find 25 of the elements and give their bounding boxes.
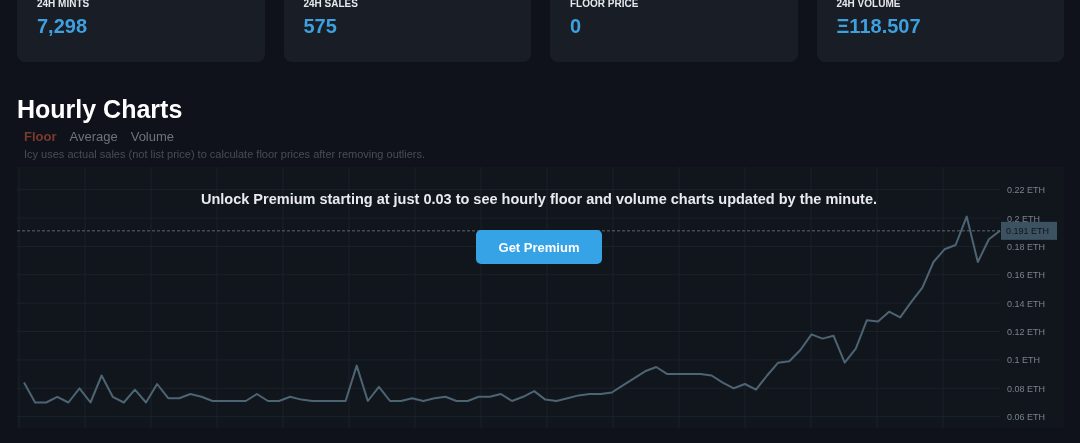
- axis-label: 0.14 ETH: [1007, 298, 1046, 309]
- axis-label: 0.08 ETH: [1007, 383, 1046, 394]
- axis-label: 0.18 ETH: [1007, 241, 1046, 252]
- stat-value: 575: [303, 15, 338, 38]
- chart-tab[interactable]: Average: [69, 129, 118, 144]
- chart-tab[interactable]: Volume: [130, 129, 175, 144]
- axis-label: 0.1 ETH: [1007, 355, 1040, 366]
- axis-label: 0.12 ETH: [1007, 327, 1046, 338]
- get-premium-button[interactable]: Get Premium: [476, 230, 602, 264]
- stat-label: 24H MINTS: [37, 0, 91, 9]
- axis-label: 0.06 ETH: [1007, 412, 1046, 423]
- axis-label: 0.2 ETH: [1007, 213, 1040, 224]
- stat-value: 0: [570, 15, 583, 38]
- ref-line-label: 0.191 ETH: [1006, 226, 1050, 237]
- chart-tab[interactable]: Floor: [24, 129, 57, 144]
- premium-message: Unlock Premium starting at just 0.03 to see hourly floor and volume charts updated by the minute.: [201, 191, 877, 207]
- stat-value: Ξ118.507: [836, 15, 922, 38]
- chart-note: Icy uses actual sales (not list price) to calculate floor prices after removing outliers.: [24, 148, 427, 160]
- stat-label: 24H VOLUME: [836, 0, 902, 9]
- stat-label: FLOOR PRICE: [570, 0, 640, 9]
- section-title: Hourly Charts: [17, 94, 184, 124]
- stat-label: 24H SALES: [303, 0, 359, 9]
- axis-label: 0.16 ETH: [1007, 270, 1046, 281]
- stat-value: 7,298: [37, 15, 89, 38]
- axis-label: 0.22 ETH: [1007, 185, 1046, 196]
